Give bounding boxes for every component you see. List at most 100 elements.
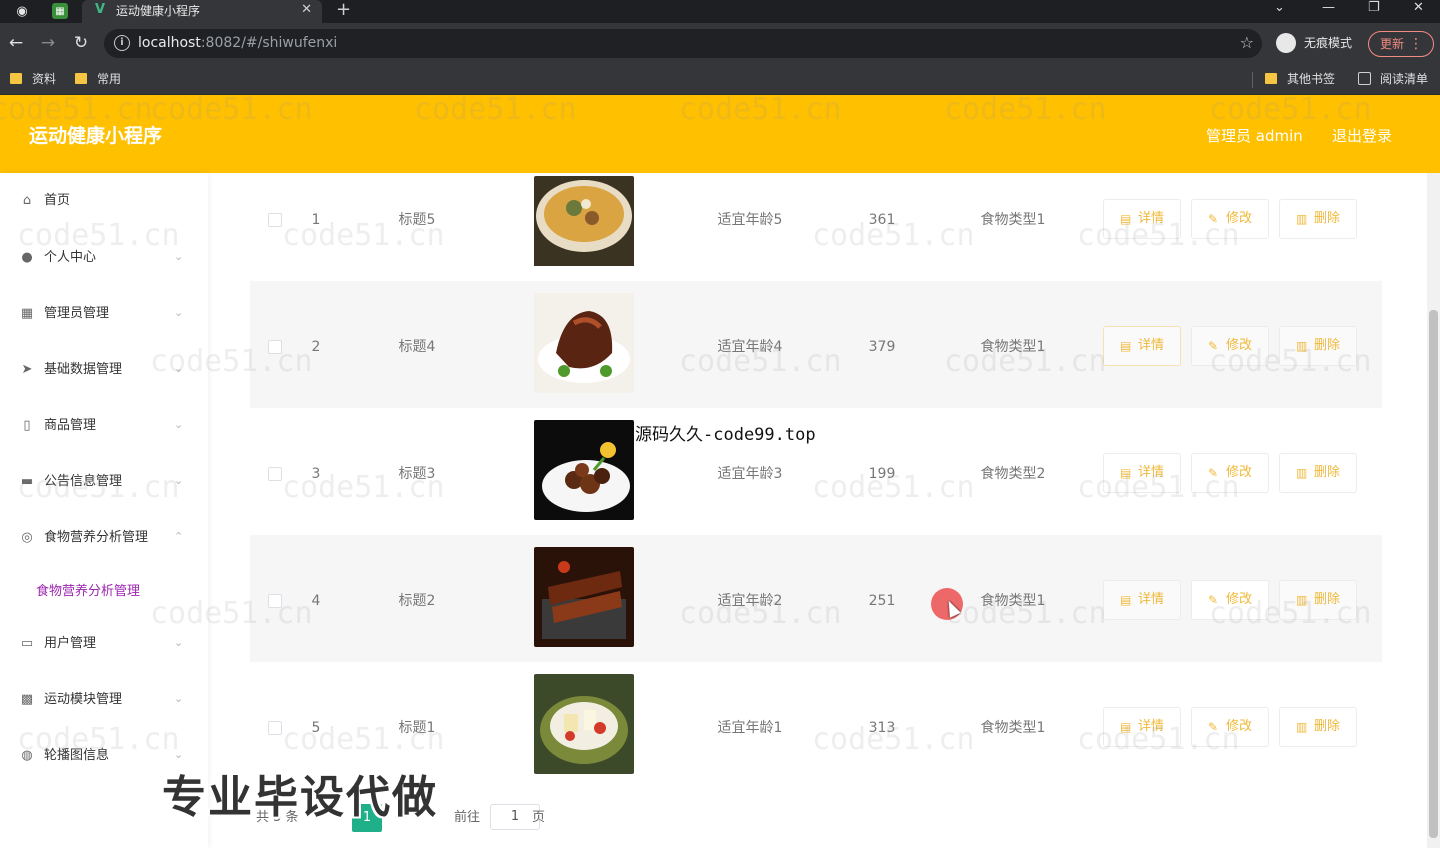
logout-link[interactable]: 退出登录 xyxy=(1332,126,1392,146)
new-tab-icon[interactable]: + xyxy=(336,0,351,20)
chat-icon: ▭ xyxy=(20,636,34,651)
edit-button[interactable]: ✎ 修改 xyxy=(1191,453,1269,493)
cell-title: 标题4 xyxy=(398,339,436,355)
row-checkbox[interactable] xyxy=(268,721,282,735)
cell-type: 食物类型2 xyxy=(980,466,1046,482)
folder-icon xyxy=(1265,73,1277,84)
ad-overlay-text: 专业毕设代做 xyxy=(162,772,438,823)
reading-list-icon xyxy=(1358,72,1371,85)
sidebar-item-label: 运动模块管理 xyxy=(44,692,123,707)
button-label: 删除 xyxy=(1314,719,1341,734)
cell-value: 251 xyxy=(868,593,896,609)
detail-button[interactable]: ▤ 详情 xyxy=(1103,326,1181,366)
folder-icon xyxy=(75,73,87,84)
delete-button[interactable]: ▥ 删除 xyxy=(1279,707,1357,747)
chevron-down-icon: ⌄ xyxy=(174,306,184,319)
incognito-icon xyxy=(1276,33,1296,53)
sidebar-item-label: 管理员管理 xyxy=(44,306,110,321)
browser-toolbar: ← → ↻ i localhost:8082/#/shiwufenxi ☆ 无痕… xyxy=(0,23,1440,64)
home-icon: ⌂ xyxy=(22,193,32,208)
trash-icon: ▥ xyxy=(1296,720,1308,734)
forward-icon[interactable]: → xyxy=(38,33,58,53)
button-label: 修改 xyxy=(1226,211,1253,226)
sidebar-item-goods[interactable]: ▯ 商品管理 ⌄ xyxy=(0,408,208,448)
browser-menu-icon[interactable]: ◉ xyxy=(12,1,32,21)
chevron-down-icon: ⌄ xyxy=(174,362,184,375)
sidebar-item-notice[interactable]: ▬ 公告信息管理 ⌄ xyxy=(0,464,208,504)
app-tab-icon[interactable]: ▦ xyxy=(52,3,68,19)
edit-button[interactable]: ✎ 修改 xyxy=(1191,580,1269,620)
bookmark-label: 其他书签 xyxy=(1287,72,1336,86)
address-bar[interactable]: i localhost:8082/#/shiwufenxi ☆ xyxy=(104,29,1262,58)
chevron-down-icon[interactable]: ⌄ xyxy=(1274,0,1285,16)
delete-button[interactable]: ▥ 删除 xyxy=(1279,453,1357,493)
delete-button[interactable]: ▥ 删除 xyxy=(1279,580,1357,620)
bookmark-label: 阅读清单 xyxy=(1380,72,1429,86)
pagination-goto-label: 前往 xyxy=(454,810,481,825)
bookmark-separator xyxy=(1252,72,1253,88)
bookmark-star-icon[interactable]: ☆ xyxy=(1240,34,1254,52)
restore-icon[interactable]: ❐ xyxy=(1368,0,1380,16)
trash-icon: ▥ xyxy=(1296,466,1308,480)
sidebar-subitem-food-analysis[interactable]: 食物营养分析管理 xyxy=(36,584,140,600)
trash-icon: ▥ xyxy=(1296,593,1308,607)
delete-button[interactable]: ▥ 删除 xyxy=(1279,326,1357,366)
chevron-down-icon: ⌄ xyxy=(174,748,184,761)
scrollbar-thumb[interactable] xyxy=(1429,310,1438,838)
info-icon[interactable]: i xyxy=(114,35,130,51)
row-checkbox[interactable] xyxy=(268,594,282,608)
more-vert-icon: ⋮ xyxy=(1409,36,1423,52)
cell-index: 1 xyxy=(311,212,321,228)
row-checkbox[interactable] xyxy=(268,213,282,227)
detail-button[interactable]: ▤ 详情 xyxy=(1103,580,1181,620)
bookmark-label: 资料 xyxy=(32,72,57,86)
source-overlay-text: 源码久久-code99.top xyxy=(635,425,816,445)
sidebar-item-basedata[interactable]: ➤ 基础数据管理 ⌄ xyxy=(0,352,208,392)
cell-value: 361 xyxy=(868,212,896,228)
sidebar-item-label: 基础数据管理 xyxy=(44,362,123,377)
sidebar-item-sports[interactable]: ▩ 运动模块管理 ⌄ xyxy=(0,682,208,722)
detail-button[interactable]: ▤ 详情 xyxy=(1103,707,1181,747)
row-checkbox[interactable] xyxy=(268,467,282,481)
table-row: 3 标题3 适宜年龄3 199 食物类型2 ▤ 详情 ✎ 修改 ▥ 删除 xyxy=(250,408,1382,535)
chevron-down-icon: ⌄ xyxy=(174,418,184,431)
sidebar-item-food-analysis[interactable]: ◎ 食物营养分析管理 ⌃ xyxy=(0,520,208,560)
sidebar-item-users[interactable]: ▭ 用户管理 ⌄ xyxy=(0,626,208,666)
cell-type: 食物类型1 xyxy=(980,339,1046,355)
header-user: 管理员 admin xyxy=(1206,127,1303,145)
sidebar-item-home[interactable]: ⌂ 首页 xyxy=(0,183,208,223)
button-label: 修改 xyxy=(1226,338,1253,353)
food-image xyxy=(534,547,634,647)
close-window-icon[interactable]: ✕ xyxy=(1413,0,1424,16)
cell-index: 2 xyxy=(311,339,321,355)
reload-icon[interactable]: ↻ xyxy=(71,33,91,53)
edit-button[interactable]: ✎ 修改 xyxy=(1191,199,1269,239)
sidebar-item-admins[interactable]: ▦ 管理员管理 ⌄ xyxy=(0,296,208,336)
back-icon[interactable]: ← xyxy=(6,33,26,53)
pagination-page-unit: 页 xyxy=(532,810,546,825)
document-icon: ▤ xyxy=(1120,339,1132,353)
sidebar-item-profile[interactable]: ● 个人中心 ⌄ xyxy=(0,240,208,280)
sidebar: ⌂ 首页 ● 个人中心 ⌄ ▦ 管理员管理 ⌄ ➤ 基础数据管理 ⌄ ▯ 商品管… xyxy=(0,173,208,848)
button-label: 删除 xyxy=(1314,465,1341,480)
edit-button[interactable]: ✎ 修改 xyxy=(1191,707,1269,747)
button-label: 删除 xyxy=(1314,592,1341,607)
browser-tab-bar: ◉ ▦ V 运动健康小程序 ✕ + ⌄ — ❐ ✕ xyxy=(0,0,1440,23)
mic-icon: ◍ xyxy=(21,748,33,763)
document-icon: ▤ xyxy=(1120,466,1132,480)
cell-age: 适宜年龄3 xyxy=(717,466,783,482)
detail-button[interactable]: ▤ 详情 xyxy=(1103,199,1181,239)
detail-button[interactable]: ▤ 详情 xyxy=(1103,453,1181,493)
grid-icon: ▦ xyxy=(20,306,34,321)
close-tab-icon[interactable]: ✕ xyxy=(301,2,312,18)
cell-age: 适宜年龄4 xyxy=(717,339,783,355)
tab-active[interactable]: V 运动健康小程序 ✕ xyxy=(82,0,322,23)
row-checkbox[interactable] xyxy=(268,340,282,354)
edit-button[interactable]: ✎ 修改 xyxy=(1191,326,1269,366)
delete-button[interactable]: ▥ 删除 xyxy=(1279,199,1357,239)
update-button[interactable]: 更新 ⋮ xyxy=(1368,31,1434,57)
user-icon: ● xyxy=(21,250,33,265)
trash-icon: ▥ xyxy=(1296,339,1308,353)
button-label: 详情 xyxy=(1138,719,1165,734)
minimize-icon[interactable]: — xyxy=(1322,0,1335,16)
